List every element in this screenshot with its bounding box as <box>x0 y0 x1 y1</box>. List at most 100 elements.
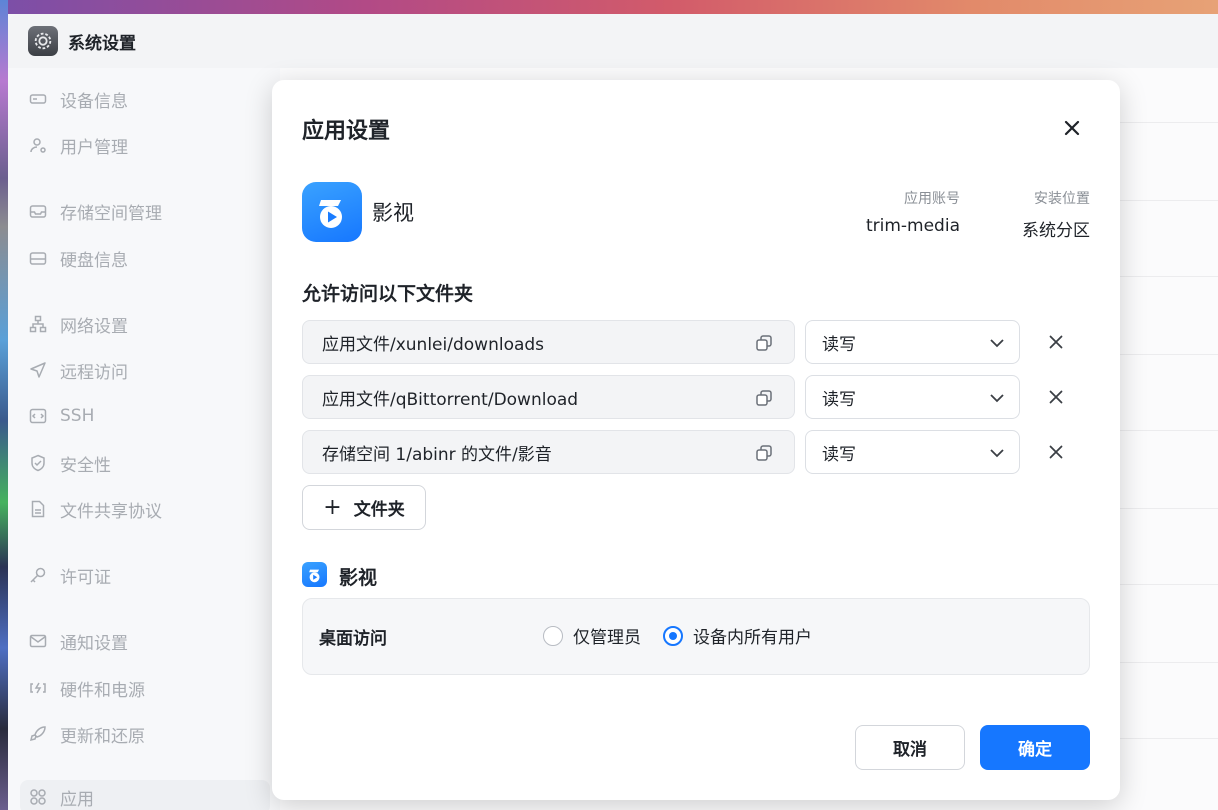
window-title: 系统设置 <box>68 33 136 54</box>
chevron-down-icon <box>990 394 1004 403</box>
radio-label: 设备内所有用户 <box>693 628 812 648</box>
radio-admin-only[interactable]: 仅管理员 <box>543 623 641 648</box>
folder-row: 应用文件/xunlei/downloads 读写 <box>302 320 1092 364</box>
remove-folder-button[interactable] <box>1046 332 1066 352</box>
file-icon <box>28 499 48 519</box>
sidebar-item-label: 文件共享协议 <box>60 501 162 522</box>
app-logo-small <box>302 562 327 587</box>
permission-select[interactable]: 读写 <box>805 375 1020 419</box>
folders-section-title: 允许访问以下文件夹 <box>302 283 474 305</box>
desktop-wallpaper-left <box>0 0 8 810</box>
plus-icon: + <box>323 494 342 520</box>
power-icon <box>28 678 48 698</box>
add-folder-label: 文件夹 <box>353 500 405 520</box>
sidebar-item-storage[interactable]: 存储空间管理 <box>28 196 162 226</box>
sidebar-item-network[interactable]: 网络设置 <box>28 309 128 339</box>
radio-button[interactable] <box>543 625 563 646</box>
install-location: 安装位置 系统分区 <box>982 188 1090 241</box>
folder-path-field[interactable]: 应用文件/qBittorrent/Download <box>302 375 795 419</box>
install-location-value: 系统分区 <box>1022 221 1090 241</box>
cancel-button[interactable]: 取消 <box>855 725 965 770</box>
sidebar-item-label: 通知设置 <box>60 633 128 654</box>
network-icon <box>28 314 48 334</box>
folder-row: 应用文件/qBittorrent/Download 读写 <box>302 375 1092 419</box>
app-account-label: 应用账号 <box>904 191 960 207</box>
sidebar-item-label: 硬件和电源 <box>60 680 145 701</box>
divider <box>1120 508 1218 509</box>
divider <box>1120 200 1218 201</box>
sidebar-item-label: 许可证 <box>60 567 111 588</box>
close-button[interactable] <box>1060 116 1084 140</box>
copy-icon[interactable] <box>754 443 774 463</box>
remove-folder-button[interactable] <box>1046 442 1066 462</box>
permission-value: 读写 <box>822 444 856 465</box>
permission-value: 读写 <box>822 389 856 410</box>
sidebar-item-disk-info[interactable]: 硬盘信息 <box>28 243 128 273</box>
desktop-access-card: 桌面访问 仅管理员 设备内所有用户 <box>302 598 1090 675</box>
sidebar-item-remote-access[interactable]: 远程访问 <box>28 355 128 385</box>
sidebar-item-label: 设备信息 <box>60 91 128 112</box>
sidebar-item-license[interactable]: 许可证 <box>28 560 111 590</box>
sidebar-item-label: SSH <box>60 406 95 426</box>
sidebar: 设备信息 用户管理 存储空间管理 硬盘信息 网络设置 远程访问 SSH 安全性 <box>8 68 280 810</box>
app-settings-dialog: 应用设置 影视 应用账号 trim-media 安装位置 系统分区 允许访问以下… <box>272 80 1120 800</box>
sidebar-item-label: 更新和还原 <box>60 726 145 747</box>
close-icon <box>1064 120 1080 136</box>
folder-path-field[interactable]: 存储空间 1/abinr 的文件/影音 <box>302 430 795 474</box>
folder-path-text: 应用文件/qBittorrent/Download <box>322 389 579 410</box>
film-play-icon <box>308 569 319 582</box>
sidebar-item-file-sharing[interactable]: 文件共享协议 <box>28 494 162 524</box>
divider <box>1120 276 1218 277</box>
folder-row: 存储空间 1/abinr 的文件/影音 读写 <box>302 430 1092 474</box>
remove-folder-button[interactable] <box>1046 387 1066 407</box>
sidebar-item-security[interactable]: 安全性 <box>28 448 111 478</box>
storage-icon <box>28 201 48 221</box>
radio-label: 仅管理员 <box>573 628 641 648</box>
permission-select[interactable]: 读写 <box>805 320 1020 364</box>
app-name: 影视 <box>372 201 414 225</box>
sidebar-item-users[interactable]: 用户管理 <box>28 130 128 160</box>
key-icon <box>28 565 48 585</box>
install-location-label: 安装位置 <box>1034 191 1090 207</box>
permission-select[interactable]: 读写 <box>805 430 1020 474</box>
radio-all-users[interactable]: 设备内所有用户 <box>663 623 812 648</box>
disk-icon <box>28 248 48 268</box>
add-folder-button[interactable]: + 文件夹 <box>302 485 426 530</box>
close-icon <box>1049 445 1063 459</box>
sidebar-item-hardware-power[interactable]: 硬件和电源 <box>28 673 145 703</box>
send-icon <box>28 360 48 380</box>
sidebar-item-label: 安全性 <box>60 455 111 476</box>
copy-icon[interactable] <box>754 388 774 408</box>
sidebar-item-label: 硬盘信息 <box>60 250 128 271</box>
folder-path-field[interactable]: 应用文件/xunlei/downloads <box>302 320 795 364</box>
ssh-icon <box>28 406 48 426</box>
permission-value: 读写 <box>822 334 856 355</box>
divider <box>1120 430 1218 431</box>
sidebar-item-label: 应用 <box>60 789 94 810</box>
mail-icon <box>28 631 48 651</box>
sidebar-item-notifications[interactable]: 通知设置 <box>28 626 128 656</box>
folder-path-text: 应用文件/xunlei/downloads <box>322 334 545 355</box>
sidebar-item-ssh[interactable]: SSH <box>28 401 94 431</box>
sidebar-item-device-info[interactable]: 设备信息 <box>28 84 128 114</box>
gear-icon <box>28 26 58 56</box>
user-icon <box>28 135 48 155</box>
dialog-title: 应用设置 <box>302 119 391 144</box>
shield-icon <box>28 453 48 473</box>
radio-button[interactable] <box>663 625 683 646</box>
desktop-access-label: 桌面访问 <box>319 629 387 649</box>
drive-icon <box>28 89 48 109</box>
ok-button[interactable]: 确定 <box>980 725 1090 770</box>
divider <box>1120 738 1218 739</box>
app-section-title: 影视 <box>339 567 378 589</box>
sidebar-item-apps[interactable]: 应用 <box>20 780 270 810</box>
app-account-value: trim-media <box>865 216 960 236</box>
chevron-down-icon <box>990 339 1004 348</box>
close-icon <box>1049 335 1063 349</box>
sidebar-item-update-restore[interactable]: 更新和还原 <box>28 719 145 749</box>
app-logo <box>302 182 362 242</box>
divider <box>1120 584 1218 585</box>
sidebar-item-label: 存储空间管理 <box>60 203 162 224</box>
copy-icon[interactable] <box>754 333 774 353</box>
desktop-wallpaper-top <box>0 0 1218 14</box>
